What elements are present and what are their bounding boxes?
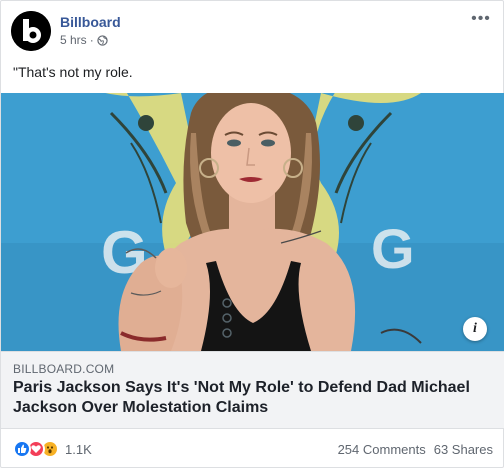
comments-count-link[interactable]: 254 Comments (338, 442, 426, 457)
shares-count-link[interactable]: 63 Shares (434, 442, 493, 457)
engagement-stats: 254 Comments 63 Shares (338, 442, 493, 457)
photo-illustration: G G (1, 93, 504, 351)
link-domain: BILLBOARD.COM (13, 362, 115, 376)
info-icon[interactable]: i (463, 317, 487, 341)
billboard-logo-icon (11, 11, 51, 51)
reaction-count: 1.1K (65, 441, 92, 457)
post-image[interactable]: G G i (1, 93, 504, 351)
post-meta: 5 hrs · (60, 33, 108, 47)
globe-icon[interactable] (97, 34, 108, 46)
meta-separator: · (89, 33, 94, 47)
post-message: "That's not my role. (13, 64, 133, 80)
link-preview[interactable]: BILLBOARD.COM Paris Jackson Says It's 'N… (1, 351, 504, 429)
post-card: Billboard 5 hrs · ••• "That's not my rol… (0, 0, 504, 468)
post-header: Billboard 5 hrs · ••• (11, 11, 495, 55)
post-timestamp[interactable]: 5 hrs (60, 33, 87, 47)
like-icon (13, 440, 31, 458)
link-title[interactable]: Paris Jackson Says It's 'Not My Role' to… (13, 378, 483, 418)
post-footer: 1.1K 254 Comments 63 Shares (13, 439, 493, 461)
more-options-icon[interactable]: ••• (467, 11, 495, 33)
page-avatar[interactable] (11, 11, 51, 51)
svg-text:G: G (371, 217, 415, 280)
page-name-link[interactable]: Billboard (60, 14, 121, 30)
reactions-summary[interactable]: 1.1K (13, 440, 92, 458)
